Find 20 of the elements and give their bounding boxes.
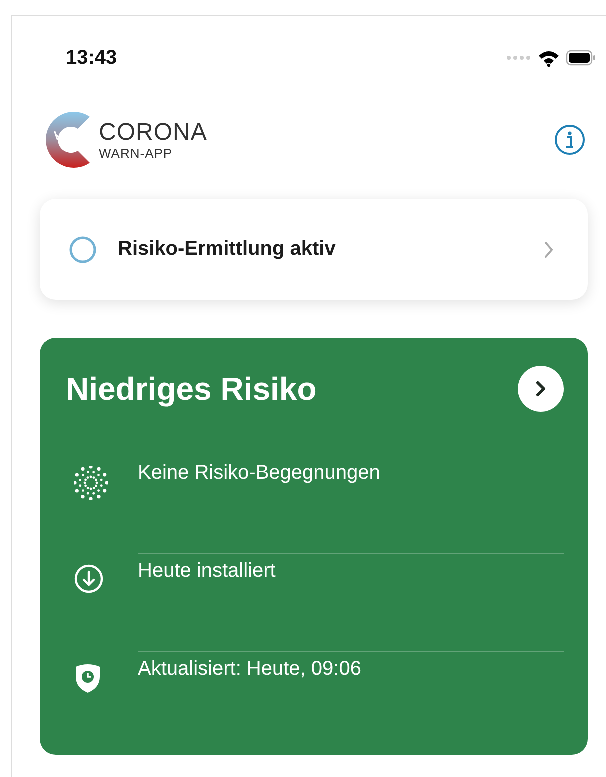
status-time: 13:43: [66, 46, 118, 70]
chevron-icon: [534, 380, 548, 398]
battery-icon: [566, 50, 596, 66]
tracing-ring-icon: [68, 234, 98, 264]
risk-title: Niedriges Risiko: [66, 370, 317, 408]
logo-subtitle: WARN-APP: [99, 146, 174, 160]
risk-detail-text: Keine Risiko-Begegnungen: [138, 462, 380, 484]
info-button[interactable]: [554, 124, 586, 156]
dots-icon: [74, 466, 108, 500]
chevron-icon: [544, 240, 554, 258]
risk-tracing-card[interactable]: Risiko-Ermittlung aktiv: [40, 199, 588, 300]
signal-icon: [506, 55, 532, 61]
shield-clock-icon: [74, 662, 102, 694]
download-icon: [74, 564, 104, 594]
risk-detail-text: Heute installiert: [138, 560, 276, 582]
details-button[interactable]: [518, 366, 564, 412]
wifi-icon: [538, 50, 560, 66]
logo-title: CORONA: [99, 120, 208, 146]
info-icon: [554, 124, 586, 156]
risk-detail-text: Aktualisiert: Heute, 09:06: [138, 658, 362, 680]
